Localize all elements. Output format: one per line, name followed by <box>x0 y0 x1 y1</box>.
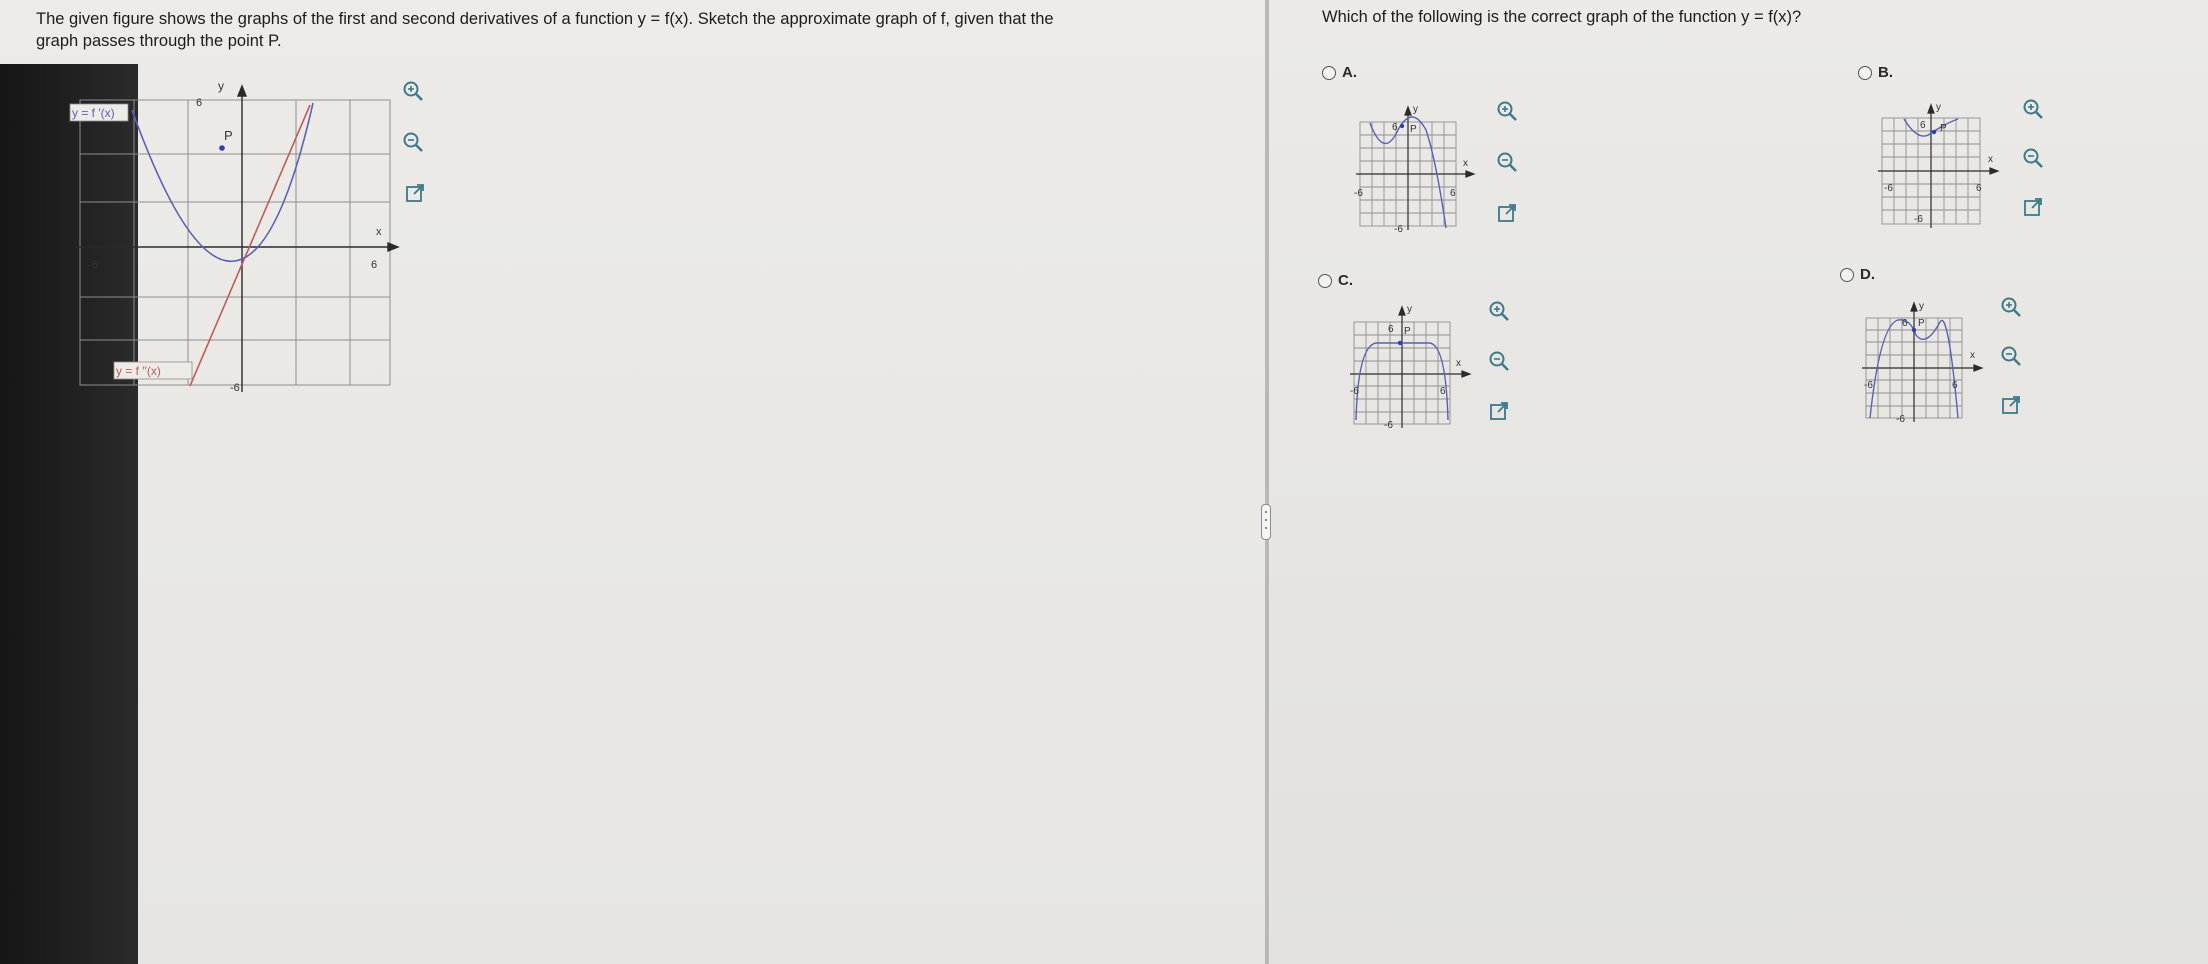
fdoubleprime-label: y = f ′′(x) <box>116 364 161 378</box>
zoom-in-icon[interactable] <box>402 80 424 102</box>
question-line-1: The given figure shows the graphs of the… <box>36 10 1054 28</box>
option-d-zoom-in-icon[interactable] <box>2000 296 2022 318</box>
y-axis-label: y <box>218 79 224 93</box>
option-b-tick-y-neg: -6 <box>1914 214 1923 225</box>
divider-drag-handle[interactable] <box>1261 504 1271 540</box>
option-b-tick-x-pos: 6 <box>1976 183 1982 194</box>
option-b[interactable]: B. <box>1858 64 1893 81</box>
question-line-2: graph passes through the point P. <box>36 32 282 50</box>
option-a-point-label: P <box>1410 124 1417 135</box>
option-a-tick-y-neg: -6 <box>1394 224 1403 235</box>
tick-y-neg: -6 <box>230 382 240 394</box>
option-d-zoom-out-icon[interactable] <box>2000 345 2022 367</box>
tick-x-neg: -6 <box>88 259 98 271</box>
option-a-tick-y-pos: 6 <box>1392 122 1398 133</box>
option-a-label: A. <box>1342 64 1357 81</box>
option-a-radio[interactable] <box>1322 66 1336 80</box>
option-a-graph: P y x 6 -6 6 -6 <box>1354 104 1476 235</box>
option-a-zoom-in-icon[interactable] <box>1496 100 1518 122</box>
option-d-popout-icon[interactable] <box>2000 394 2022 416</box>
option-a-y-label: y <box>1413 104 1418 115</box>
option-d-graph: P y x 6 -6 6 -6 <box>1862 301 1984 425</box>
point-p <box>219 145 225 151</box>
option-a-tick-x-pos: 6 <box>1450 188 1456 199</box>
option-b-graph: P y x 6 -6 6 -6 <box>1878 102 2000 228</box>
option-c-zoom-in-icon[interactable] <box>1488 300 1510 322</box>
option-c-zoom-out-icon[interactable] <box>1488 350 1510 372</box>
tick-y-pos: 6 <box>196 97 202 109</box>
pane-divider[interactable] <box>1265 0 1269 964</box>
question-text: The given figure shows the graphs of the… <box>36 8 1236 52</box>
option-c-popout-icon[interactable] <box>1488 400 1510 422</box>
option-d-tick-x-neg: -6 <box>1864 380 1873 391</box>
fprime-curve <box>131 102 314 262</box>
option-b-point-label: P <box>1940 123 1947 134</box>
option-b-radio[interactable] <box>1858 66 1872 80</box>
option-c-tick-y-neg: -6 <box>1384 420 1393 431</box>
option-c-x-label: x <box>1456 358 1461 369</box>
option-a-x-label: x <box>1463 158 1468 169</box>
option-d-label: D. <box>1860 266 1875 283</box>
option-c-point-label: P <box>1404 326 1411 337</box>
option-d-radio[interactable] <box>1840 268 1854 282</box>
zoom-out-icon[interactable] <box>402 131 424 153</box>
fdoubleprime-line <box>189 104 311 387</box>
option-c-graph: P y x 6 -6 6 -6 <box>1350 304 1472 431</box>
option-c-tick-x-pos: 6 <box>1440 386 1446 397</box>
option-c-y-label: y <box>1407 304 1412 315</box>
option-b-x-label: x <box>1988 154 1993 165</box>
option-d-x-label: x <box>1970 350 1975 361</box>
derivatives-graph: P y x 6 -6 6 -6 y = f ′(x) y = f ′′(x) <box>69 79 400 394</box>
point-p-label: P <box>224 128 233 143</box>
option-c-tick-x-neg: -6 <box>1350 386 1359 397</box>
option-d-y-label: y <box>1919 301 1924 312</box>
tick-x-pos: 6 <box>371 259 377 271</box>
option-b-tick-x-neg: -6 <box>1884 183 1893 194</box>
option-d[interactable]: D. <box>1840 266 1875 283</box>
option-b-popout-icon[interactable] <box>2022 196 2044 218</box>
option-b-zoom-in-icon[interactable] <box>2022 98 2044 120</box>
fprime-label: y = f ′(x) <box>72 106 115 120</box>
option-d-tick-x-pos: 6 <box>1952 380 1958 391</box>
option-a-tick-x-neg: -6 <box>1354 188 1363 199</box>
option-c-radio[interactable] <box>1318 274 1332 288</box>
option-a-zoom-out-icon[interactable] <box>1496 151 1518 173</box>
answer-prompt: Which of the following is the correct gr… <box>1322 8 1802 26</box>
x-axis-label: x <box>376 226 382 238</box>
option-a-popout-icon[interactable] <box>1496 202 1518 224</box>
option-d-tick-y-neg: -6 <box>1896 414 1905 425</box>
popout-icon[interactable] <box>404 182 426 204</box>
option-d-tick-y-pos: 6 <box>1902 318 1908 329</box>
option-b-label: B. <box>1878 64 1893 81</box>
grid <box>79 99 391 386</box>
option-b-zoom-out-icon[interactable] <box>2022 147 2044 169</box>
option-b-y-label: y <box>1936 102 1941 113</box>
option-a[interactable]: A. <box>1322 64 1357 81</box>
option-d-point-label: P <box>1918 318 1925 329</box>
option-b-tick-y-pos: 6 <box>1920 120 1926 131</box>
option-c-label: C. <box>1338 272 1353 289</box>
option-c[interactable]: C. <box>1318 272 1353 289</box>
option-c-tick-y-pos: 6 <box>1388 324 1394 335</box>
